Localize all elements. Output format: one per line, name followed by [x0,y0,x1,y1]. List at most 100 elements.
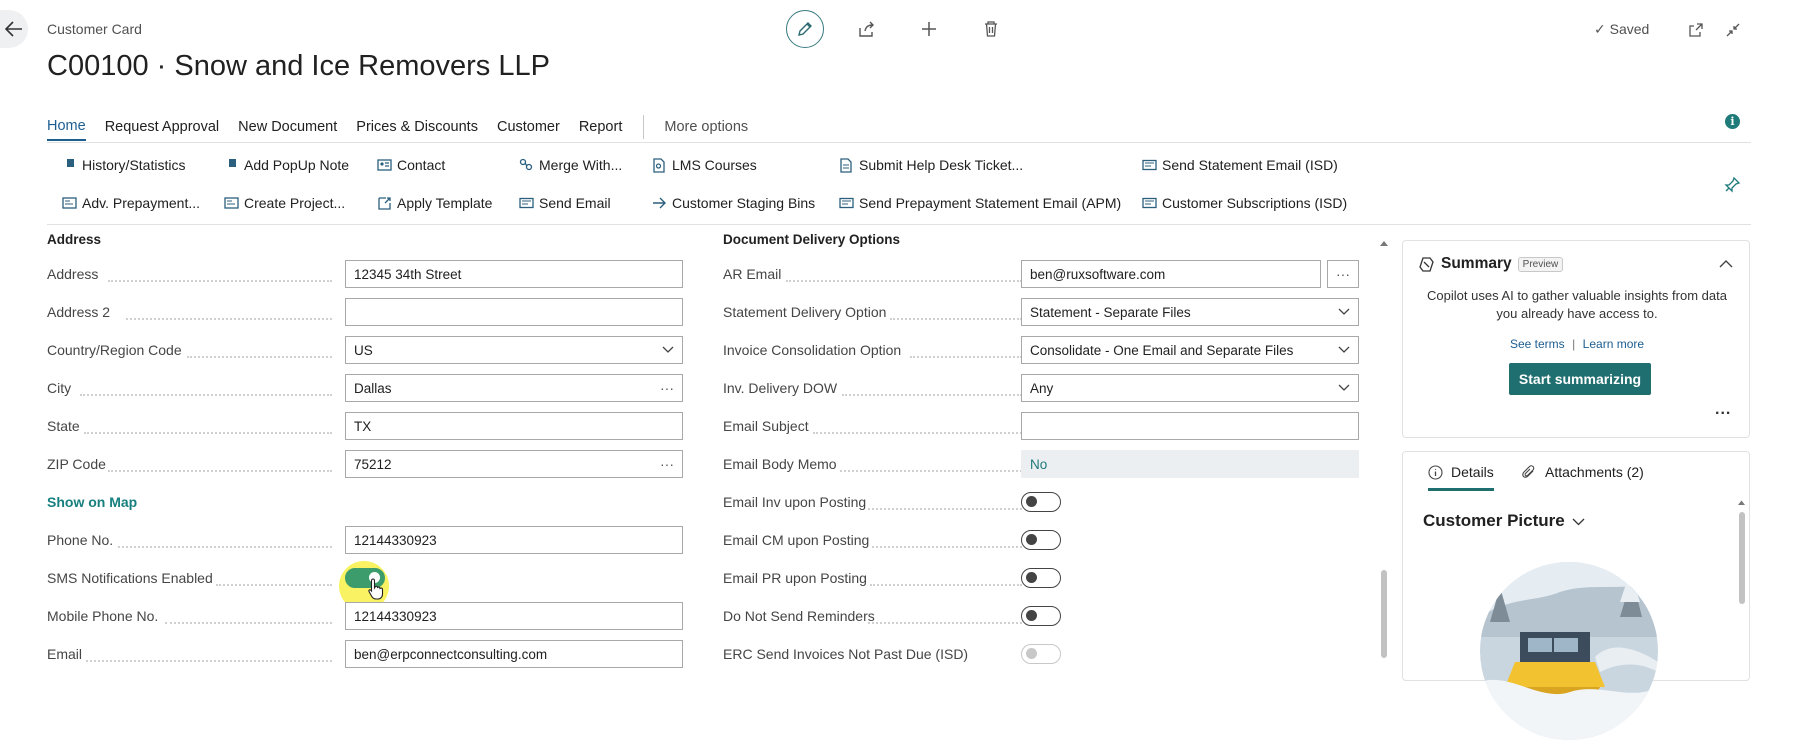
scroll-up-icon[interactable] [1379,239,1389,247]
unpin-actions-button[interactable] [1722,175,1742,195]
add-popup-note-action[interactable]: Add PopUp Note [223,157,349,173]
tab-home[interactable]: Home [47,118,86,141]
invoice-consolidation-option-label: Invoice Consolidation Option [723,342,902,358]
ar-email-input[interactable]: ben@ruxsoftware.com [1021,260,1321,288]
saved-status: ✓ Saved [1594,21,1649,38]
lms-courses-action[interactable]: LMS Courses [651,157,757,173]
submit-help-desk-ticket-action[interactable]: Submit Help Desk Ticket... [838,157,1023,173]
ellipsis-icon[interactable]: ··· [660,456,674,472]
action-label: LMS Courses [672,157,757,173]
see-terms-link[interactable]: See terms [1510,337,1565,351]
customer-subscriptions-action[interactable]: Customer Subscriptions (ISD) [1141,195,1347,211]
learn-more-link[interactable]: Learn more [1583,337,1644,351]
state-input[interactable]: TX [345,412,683,440]
phone-no-input[interactable]: 12144330923 [345,526,683,554]
field-leader [80,394,332,396]
send-email-action[interactable]: Send Email [518,195,611,211]
email-cm-upon-posting-toggle[interactable] [1021,530,1061,550]
action-label: Add PopUp Note [244,157,350,173]
apply-template-action[interactable]: Apply Template [376,195,492,211]
factbox-scrollbar-thumb[interactable] [1739,512,1745,604]
field-leader [84,432,332,434]
copilot-description: Copilot uses AI to gather valuable insig… [1427,288,1727,321]
email-body-memo-value: No [1030,456,1048,472]
actions-divider [47,224,1751,225]
tab-request-approval[interactable]: Request Approval [105,119,219,140]
address-2-input[interactable] [345,298,683,326]
mobile-phone-no-input[interactable]: 12144330923 [345,602,683,630]
address-input[interactable]: 12345 34th Street [345,260,683,288]
share-button[interactable] [854,16,880,42]
document-search-icon [651,157,667,173]
city-value: Dallas [354,380,392,396]
phone-no-label: Phone No. [47,532,114,548]
ar-email-more-button[interactable]: ··· [1327,260,1359,288]
back-button[interactable] [0,10,28,48]
merge-with-action[interactable]: Merge With... [518,157,622,173]
chevron-down-icon [1338,346,1350,353]
link-separator: | [1572,337,1576,351]
send-statement-email-action[interactable]: Send Statement Email (ISD) [1141,157,1338,173]
delete-button[interactable] [978,16,1004,42]
email-pr-upon-posting-toggle[interactable] [1021,568,1061,588]
new-button[interactable] [916,16,942,42]
adv-prepayment-action[interactable]: Adv. Prepayment... [61,195,200,211]
tab-prices-discounts[interactable]: Prices & Discounts [356,119,478,140]
chevron-down-icon [1572,518,1585,526]
inv-delivery-dow-select[interactable]: Any [1021,374,1359,402]
invoice-consolidation-option-select[interactable]: Consolidate - One Email and Separate Fil… [1021,336,1359,364]
customer-staging-bins-action[interactable]: Customer Staging Bins [651,195,815,211]
scroll-up-icon[interactable] [1737,499,1746,506]
more-options-button[interactable]: More options [664,119,748,140]
start-summarizing-button[interactable]: Start summarizing [1509,363,1651,395]
invoice-consolidation-option-value: Consolidate - One Email and Separate Fil… [1030,342,1294,358]
chevron-down-icon [1338,308,1350,315]
action-label: Apply Template [397,195,493,211]
create-project-action[interactable]: Create Project... [223,195,345,211]
email-value: ben@erpconnectconsulting.com [354,646,548,662]
action-label: Contact [397,157,446,173]
country-region-code-select[interactable]: US [345,336,683,364]
erc-send-invoices-toggle[interactable] [1021,644,1061,664]
ellipsis-icon[interactable]: ··· [660,380,674,396]
email-inv-upon-posting-toggle[interactable] [1021,492,1061,512]
do-not-send-reminders-toggle[interactable] [1021,606,1061,626]
hand-cursor-icon [368,578,384,600]
summary-more-button[interactable]: ... [1715,401,1731,419]
tab-new-document[interactable]: New Document [238,119,337,140]
tab-report[interactable]: Report [579,119,623,140]
statement-delivery-option-select[interactable]: Statement - Separate Files [1021,298,1359,326]
sms-notifications-label: SMS Notifications Enabled [47,570,213,586]
template-icon [376,195,392,211]
tab-customer[interactable]: Customer [497,119,560,140]
history-statistics-action[interactable]: History/Statistics [61,157,185,173]
paperclip-icon [1522,464,1535,478]
email-subject-input[interactable] [1021,412,1359,440]
customer-picture [1480,562,1658,740]
show-on-map-link[interactable]: Show on Map [47,494,137,510]
ellipsis-icon: ··· [1336,266,1350,282]
email-icon [1141,157,1157,173]
edit-button[interactable] [786,10,824,48]
main-scrollbar-thumb[interactable] [1381,570,1387,658]
collapse-button[interactable] [1722,19,1744,41]
tab-details[interactable]: Details [1428,464,1494,491]
email-input[interactable]: ben@erpconnectconsulting.com [345,640,683,668]
share-icon [859,21,874,37]
city-input[interactable]: Dallas ··· [345,374,683,402]
field-leader [890,318,1022,320]
send-prepayment-statement-email-action[interactable]: Send Prepayment Statement Email (APM) [838,195,1121,211]
arrow-right-icon [651,195,667,211]
customer-picture-title[interactable]: Customer Picture [1423,511,1585,531]
tab-attachments[interactable]: Attachments (2) [1522,464,1644,480]
do-not-send-reminders-label: Do Not Send Reminders [723,608,875,624]
info-icon[interactable]: i [1725,114,1740,129]
zip-code-input[interactable]: 75212 ··· [345,450,683,478]
copilot-summary-panel: Summary Preview Copilot uses AI to gathe… [1402,240,1750,438]
field-leader [868,508,1022,510]
open-new-window-button[interactable] [1685,19,1707,41]
contact-action[interactable]: Contact [376,157,445,173]
email-body-memo-field[interactable]: No [1021,450,1359,478]
email-subject-label: Email Subject [723,418,809,434]
chevron-up-icon[interactable] [1719,259,1733,268]
